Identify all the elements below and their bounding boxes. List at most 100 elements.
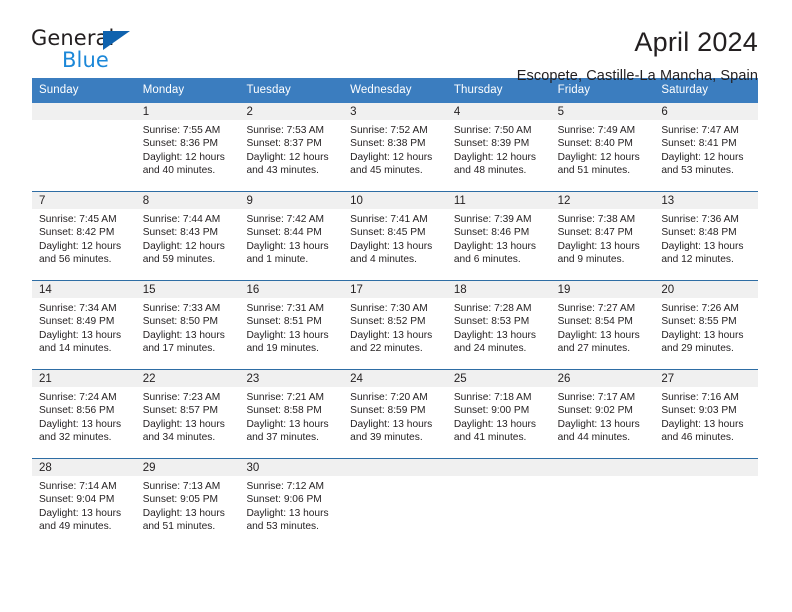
day-info-line: Sunrise: 7:44 AM <box>142 214 221 225</box>
day-info-line: and 27 minutes. <box>557 343 631 355</box>
calendar-day-cell[interactable]: 7 Sunrise: 7:45 AM Sunset: 8:42 PM Daylight… <box>32 192 136 280</box>
day-sun-info: Sunrise: 7:16 AM Sunset: 9:03 PM Daylight:… <box>654 387 758 445</box>
day-info-line: Sunset: 8:49 PM <box>39 316 115 328</box>
brand-name-blue: Blue <box>62 48 109 72</box>
day-info-line: Sunrise: 7:13 AM <box>142 481 221 492</box>
day-number: 26 <box>557 372 571 385</box>
day-info-line: Daylight: 13 hours <box>661 418 744 430</box>
calendar-day-cell[interactable]: 6 Sunrise: 7:47 AM Sunset: 8:41 PM Daylight… <box>654 103 759 191</box>
calendar-day-cell[interactable]: 15 Sunrise: 7:33 AM Sunset: 8:50 PM Dayligh… <box>135 281 240 369</box>
day-info-line: Daylight: 12 hours <box>350 151 433 163</box>
weekday-header-wednesday: Wednesday <box>350 84 412 96</box>
day-number: 11 <box>453 194 466 207</box>
calendar-day-cell[interactable]: 17 Sunrise: 7:30 AM Sunset: 8:52 PM Dayligh… <box>343 281 447 369</box>
calendar-day-cell-empty <box>654 459 759 547</box>
day-number-band: 12 <box>550 192 655 209</box>
day-info-line: Daylight: 13 hours <box>246 507 329 519</box>
weekday-header-friday: Friday <box>557 84 591 96</box>
calendar-day-cell[interactable]: 24 Sunrise: 7:20 AM Sunset: 8:59 PM Dayligh… <box>343 370 447 458</box>
day-info-line: Daylight: 13 hours <box>350 240 433 252</box>
calendar-day-cell[interactable]: 12 Sunrise: 7:38 AM Sunset: 8:47 PM Dayligh… <box>550 192 655 280</box>
day-info-line: and 32 minutes. <box>39 432 112 444</box>
day-sun-info: Sunrise: 7:36 AM Sunset: 8:48 PM Daylight:… <box>654 209 758 267</box>
day-info-line: Sunset: 9:05 PM <box>142 494 219 506</box>
day-info-line: Sunset: 9:06 PM <box>246 494 322 506</box>
day-number: 30 <box>246 461 260 474</box>
calendar-day-cell[interactable]: 8 Sunrise: 7:44 AM Sunset: 8:43 PM Daylight… <box>135 192 240 280</box>
day-number-band: 3 <box>343 103 447 120</box>
calendar-day-cell[interactable]: 22 Sunrise: 7:23 AM Sunset: 8:57 PM Dayligh… <box>135 370 240 458</box>
day-sun-info: Sunrise: 7:28 AM Sunset: 8:53 PM Daylight:… <box>447 298 551 356</box>
day-info-line: Sunset: 8:48 PM <box>661 227 737 239</box>
weekday-header-saturday: Saturday <box>661 84 709 96</box>
calendar-day-cell[interactable]: 4 Sunrise: 7:50 AM Sunset: 8:39 PM Daylight… <box>446 103 551 191</box>
weekday-header-sunday: Sunday <box>39 84 79 96</box>
calendar-day-cell[interactable]: 5 Sunrise: 7:49 AM Sunset: 8:40 PM Daylight… <box>550 103 655 191</box>
calendar-week-row: 7 Sunrise: 7:45 AM Sunset: 8:42 PM Daylight… <box>32 191 759 280</box>
calendar-day-cell[interactable]: 25 Sunrise: 7:18 AM Sunset: 9:00 PM Dayligh… <box>446 370 551 458</box>
day-info-line: and 45 minutes. <box>350 165 423 177</box>
calendar-day-cell[interactable]: 13 Sunrise: 7:36 AM Sunset: 8:48 PM Dayligh… <box>654 192 759 280</box>
day-info-line: and 43 minutes. <box>246 165 319 177</box>
day-number-band: 9 <box>239 192 344 209</box>
day-info-line: Sunrise: 7:31 AM <box>246 303 325 314</box>
day-info-line: Sunrise: 7:36 AM <box>661 214 739 225</box>
day-info-line: Sunrise: 7:53 AM <box>246 125 325 136</box>
calendar-day-cell[interactable]: 9 Sunrise: 7:42 AM Sunset: 8:44 PM Daylight… <box>239 192 344 280</box>
calendar-week-row: 21 Sunrise: 7:24 AM Sunset: 8:56 PM Dayligh… <box>32 369 759 458</box>
day-info-line: Sunrise: 7:21 AM <box>246 392 325 403</box>
day-number: 20 <box>661 283 675 296</box>
calendar-day-cell[interactable]: 2 Sunrise: 7:53 AM Sunset: 8:37 PM Daylight… <box>239 103 344 191</box>
calendar-day-cell[interactable]: 11 Sunrise: 7:39 AM Sunset: 8:46 PM Dayligh… <box>446 192 551 280</box>
day-number: 2 <box>246 105 253 118</box>
day-number-band: 4 <box>446 103 551 120</box>
calendar-day-cell[interactable]: 18 Sunrise: 7:28 AM Sunset: 8:53 PM Dayligh… <box>446 281 551 369</box>
day-number: 13 <box>661 194 675 207</box>
day-info-line: Sunset: 8:46 PM <box>453 227 530 239</box>
day-number-band: 1 <box>135 103 240 120</box>
day-info-line: Sunrise: 7:12 AM <box>246 481 325 492</box>
day-info-line: Sunset: 8:38 PM <box>350 138 426 150</box>
day-number: 8 <box>142 194 150 207</box>
calendar-day-cell[interactable]: 26 Sunrise: 7:17 AM Sunset: 9:02 PM Dayligh… <box>550 370 655 458</box>
day-number-band: 20 <box>654 281 759 298</box>
calendar-day-cell[interactable]: 1 Sunrise: 7:55 AM Sunset: 8:36 PM Daylight… <box>135 103 240 191</box>
calendar-day-cell[interactable]: 23 Sunrise: 7:21 AM Sunset: 8:58 PM Dayligh… <box>239 370 344 458</box>
calendar-day-cell[interactable]: 20 Sunrise: 7:26 AM Sunset: 8:55 PM Dayligh… <box>654 281 759 369</box>
day-number: 21 <box>39 372 52 385</box>
calendar-day-cell[interactable]: 29 Sunrise: 7:13 AM Sunset: 9:05 PM Dayligh… <box>135 459 240 547</box>
calendar-day-cell[interactable]: 14 Sunrise: 7:34 AM Sunset: 8:49 PM Dayligh… <box>32 281 136 369</box>
day-info-line: Daylight: 13 hours <box>246 329 329 341</box>
calendar-day-cell[interactable]: 19 Sunrise: 7:27 AM Sunset: 8:54 PM Dayligh… <box>550 281 655 369</box>
day-sun-info: Sunrise: 7:26 AM Sunset: 8:55 PM Daylight:… <box>654 298 758 356</box>
day-info-line: Sunset: 8:57 PM <box>142 405 219 417</box>
day-sun-info: Sunrise: 7:14 AM Sunset: 9:04 PM Daylight:… <box>32 476 136 534</box>
day-number-band: 17 <box>343 281 447 298</box>
day-info-line: Sunset: 9:04 PM <box>39 494 115 506</box>
day-info-line: Sunset: 8:45 PM <box>350 227 426 239</box>
day-info-line: Sunset: 8:44 PM <box>246 227 322 239</box>
day-sun-info: Sunrise: 7:30 AM Sunset: 8:52 PM Daylight:… <box>343 298 447 356</box>
day-number: 15 <box>142 283 156 296</box>
day-number: 28 <box>39 461 52 474</box>
day-info-line: Sunrise: 7:18 AM <box>453 392 532 403</box>
calendar-day-cell[interactable]: 3 Sunrise: 7:52 AM Sunset: 8:38 PM Daylight… <box>343 103 447 191</box>
calendar-day-cell[interactable]: 30 Sunrise: 7:12 AM Sunset: 9:06 PM Dayligh… <box>239 459 344 547</box>
calendar-week-row: 14 Sunrise: 7:34 AM Sunset: 8:49 PM Dayligh… <box>32 280 759 369</box>
day-info-line: and 53 minutes. <box>246 521 319 533</box>
day-number: 1 <box>142 105 150 118</box>
calendar-day-cell[interactable]: 10 Sunrise: 7:41 AM Sunset: 8:45 PM Dayligh… <box>343 192 447 280</box>
day-info-line: Sunset: 8:52 PM <box>350 316 426 328</box>
calendar-day-cell[interactable]: 28 Sunrise: 7:14 AM Sunset: 9:04 PM Dayligh… <box>32 459 136 547</box>
day-number-band: 7 <box>32 192 136 209</box>
day-sun-info: Sunrise: 7:41 AM Sunset: 8:45 PM Daylight:… <box>343 209 447 267</box>
weekday-header-thursday: Thursday <box>453 84 503 96</box>
day-sun-info: Sunrise: 7:39 AM Sunset: 8:46 PM Daylight:… <box>447 209 551 267</box>
calendar-day-cell[interactable]: 16 Sunrise: 7:31 AM Sunset: 8:51 PM Dayligh… <box>239 281 344 369</box>
day-sun-info: Sunrise: 7:47 AM Sunset: 8:41 PM Daylight:… <box>654 120 758 178</box>
calendar-day-cell[interactable]: 27 Sunrise: 7:16 AM Sunset: 9:03 PM Dayligh… <box>654 370 759 458</box>
calendar-day-cell[interactable]: 21 Sunrise: 7:24 AM Sunset: 8:56 PM Dayligh… <box>32 370 136 458</box>
day-number: 6 <box>661 105 668 118</box>
brand-logo[interactable]: General Blue <box>31 26 151 78</box>
day-number-band: 14 <box>32 281 136 298</box>
